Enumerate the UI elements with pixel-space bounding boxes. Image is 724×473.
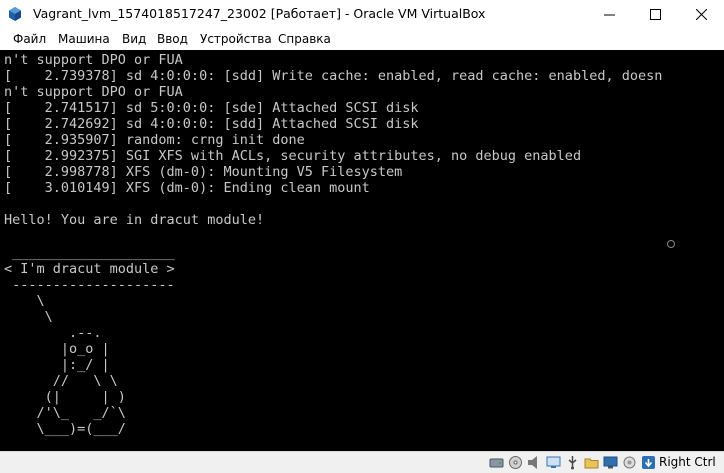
console-line: [ 2.742692] sd 4:0:0:0: [sdd] Attached S… [4, 116, 419, 133]
console-line: _ [4, 437, 13, 451]
menu-devices[interactable]: Устройства [200, 32, 272, 46]
hard-disk-icon[interactable] [489, 455, 504, 470]
mouse-pointer-icon [667, 240, 675, 248]
status-bar: Right Ctrl [0, 451, 724, 473]
host-key-label: Right Ctrl [659, 455, 716, 469]
console-line: [ 2.739378] sd 4:0:0:0: [sdd] Write cach… [4, 68, 663, 85]
console-output: n't support DPO or FUA[ 2.739378] sd 4:0… [4, 52, 662, 451]
console-line: /'\_ _/`\ [4, 405, 126, 422]
usb-icon[interactable] [565, 455, 580, 470]
shared-folders-icon[interactable] [584, 455, 599, 470]
console-line: [ 3.010149] XFS (dm-0): Ending clean mou… [4, 180, 370, 197]
window-title: Vagrant_lvm_1574018517247_23002 [Работае… [33, 6, 486, 21]
console-line: -------------------- [4, 276, 175, 293]
console-line: Hello! You are in dracut module! [4, 212, 265, 229]
console-line: |o_o | [4, 340, 110, 357]
menu-view[interactable]: Вид [122, 32, 146, 46]
console-line: \ [4, 292, 45, 309]
video-capture-icon[interactable] [622, 455, 637, 470]
close-icon [695, 9, 707, 20]
maximize-button[interactable] [632, 0, 678, 29]
console-line: \ [4, 308, 53, 325]
console-line: n't support DPO or FUA [4, 84, 183, 101]
audio-icon[interactable] [527, 455, 542, 470]
close-button[interactable] [678, 0, 724, 29]
console-line: ____________________ [4, 244, 175, 261]
display-icon[interactable] [603, 455, 618, 470]
host-key-arrow-icon[interactable] [641, 455, 656, 470]
title-bar: Vagrant_lvm_1574018517247_23002 [Работае… [0, 0, 724, 29]
console-line: < I'm dracut module > [4, 260, 175, 277]
virtualbox-app-icon [9, 7, 21, 21]
console-line: // \ \ [4, 372, 118, 389]
console-line: (| | ) [4, 388, 126, 405]
console-line: n't support DPO or FUA [4, 52, 183, 68]
menu-bar: Файл Машина Вид Ввод Устройства Справка [0, 29, 724, 50]
vm-screen[interactable]: n't support DPO or FUA[ 2.739378] sd 4:0… [0, 50, 724, 451]
console-line: [ 2.992375] SGI XFS with ACLs, security … [4, 148, 582, 165]
console-line: [ 2.998778] XFS (dm-0): Mounting V5 File… [4, 164, 403, 181]
console-line: .--. [4, 324, 102, 341]
console-line: \___)=(___/ [4, 421, 126, 438]
menu-machine[interactable]: Машина [58, 32, 110, 46]
menu-file[interactable]: Файл [13, 32, 46, 46]
optical-drive-icon[interactable] [508, 455, 523, 470]
console-line: [ 2.935907] random: crng init done [4, 132, 305, 149]
network-icon[interactable] [546, 455, 561, 470]
minimize-icon [603, 14, 615, 16]
console-line: [ 2.741517] sd 5:0:0:0: [sde] Attached S… [4, 100, 419, 117]
menu-help[interactable]: Справка [278, 32, 331, 46]
menu-input[interactable]: Ввод [157, 32, 188, 46]
maximize-icon [649, 9, 661, 20]
console-line: |:_/ | [4, 356, 110, 373]
minimize-button[interactable] [586, 0, 632, 29]
